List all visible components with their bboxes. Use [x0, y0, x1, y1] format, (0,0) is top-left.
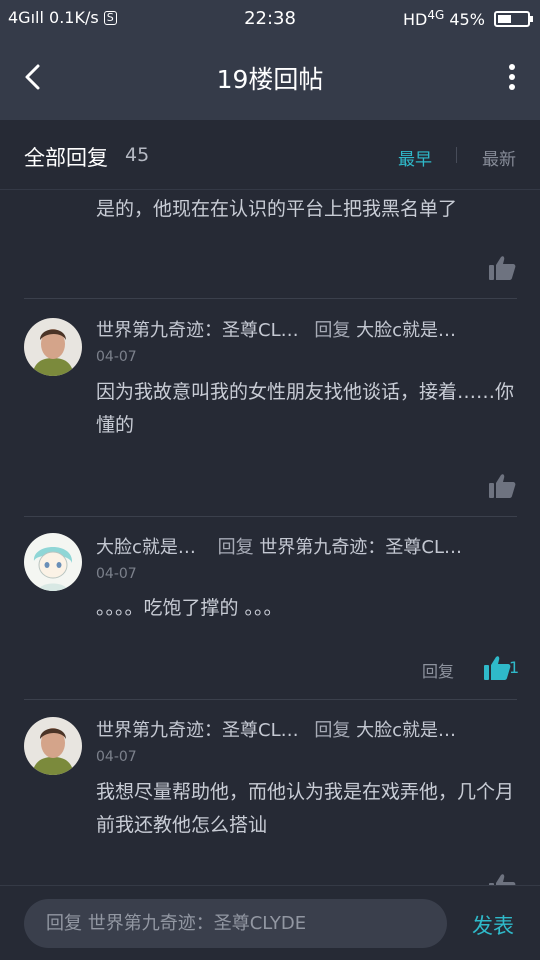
comment-item: 大脸c就是… 回复 世界第九奇迹：圣尊CL… 04-07 。。。。吃饱了撑的 。…: [0, 533, 540, 699]
comment-text: 。。。。吃饱了撑的 。。。: [96, 597, 283, 619]
comment-text: 我想尽量帮助他，而他认为我是在戏弄他，几个月前我还教他怎么搭讪: [96, 781, 515, 836]
thumbs-up-icon[interactable]: [488, 255, 516, 281]
thumbs-up-icon[interactable]: [488, 473, 516, 499]
sort-earliest-tab[interactable]: 最早: [398, 145, 432, 170]
user-avatar[interactable]: [24, 717, 82, 775]
sort-divider: [456, 147, 457, 163]
comment-author[interactable]: 世界第九奇迹：圣尊CL…: [96, 320, 299, 341]
reply-input-bar: 发表: [0, 885, 540, 960]
reply-count: 45: [125, 144, 150, 166]
comment-header: 世界第九奇迹：圣尊CL… 回复 大脸c就是…: [96, 316, 456, 342]
comment-date: 04-07: [96, 349, 137, 365]
reply-target[interactable]: 大脸c就是…: [356, 720, 456, 741]
network-right-indicator: 4G: [427, 8, 445, 22]
sort-latest-tab[interactable]: 最新: [482, 145, 516, 170]
comment-text: 因为我故意叫我的女性朋友找他谈话，接着……你懂的: [96, 381, 515, 436]
page-title: 19楼回帖: [216, 65, 324, 94]
all-replies-title: 全部回复: [24, 146, 108, 170]
comment-divider: [24, 699, 517, 700]
send-button[interactable]: 发表: [472, 910, 514, 940]
reply-target[interactable]: 大脸c就是…: [356, 320, 456, 341]
comment-divider: [24, 298, 517, 299]
battery-percent: 45%: [449, 10, 485, 29]
comment-header: 世界第九奇迹：圣尊CL… 回复 大脸c就是…: [96, 716, 456, 742]
like-count: 1: [509, 658, 520, 677]
comment-item: 世界第九奇迹：圣尊CL… 回复 大脸c就是… 04-07 我想尽量帮助他，而他认…: [0, 716, 540, 885]
hd-indicator: HD: [402, 10, 428, 29]
thumbs-up-icon[interactable]: [483, 655, 511, 681]
status-bar: 4Gıll 0.1K/s S 22:38 HD4G 45%: [0, 0, 540, 36]
comment-header: 大脸c就是… 回复 世界第九奇迹：圣尊CL…: [96, 533, 462, 559]
reply-button[interactable]: 回复: [422, 658, 454, 682]
reply-input[interactable]: [24, 899, 447, 948]
nav-bar: 19楼回帖: [0, 36, 540, 120]
status-right: HD4G 45%: [402, 8, 533, 29]
reply-word: 回复: [217, 537, 254, 558]
more-options-icon[interactable]: [508, 64, 516, 92]
comment-divider: [24, 516, 517, 517]
comment-text: 是的，他现在在认识的平台上把我黑名单了: [96, 198, 458, 220]
comment-date: 04-07: [96, 566, 137, 582]
comment-author[interactable]: 世界第九奇迹：圣尊CL…: [96, 720, 299, 741]
battery-icon: [494, 11, 533, 27]
reply-word: 回复: [314, 720, 351, 741]
user-avatar[interactable]: [24, 533, 82, 591]
reply-target[interactable]: 世界第九奇迹：圣尊CL…: [259, 537, 462, 558]
user-avatar[interactable]: [24, 318, 82, 376]
reply-filter-header: 全部回复 45 最早 最新: [0, 120, 540, 190]
reply-word: 回复: [314, 320, 351, 341]
comment-date: 04-07: [96, 749, 137, 765]
comment-item: 世界第九奇迹：圣尊CL… 回复 大脸c就是… 04-07 因为我故意叫我的女性朋…: [0, 316, 540, 516]
thumbs-up-icon[interactable]: [488, 873, 516, 885]
comment-list[interactable]: 是的，他现在在认识的平台上把我黑名单了 世界第九奇迹：圣尊CL… 回复 大脸c就…: [0, 191, 540, 885]
comment-author[interactable]: 大脸c就是…: [96, 537, 196, 558]
